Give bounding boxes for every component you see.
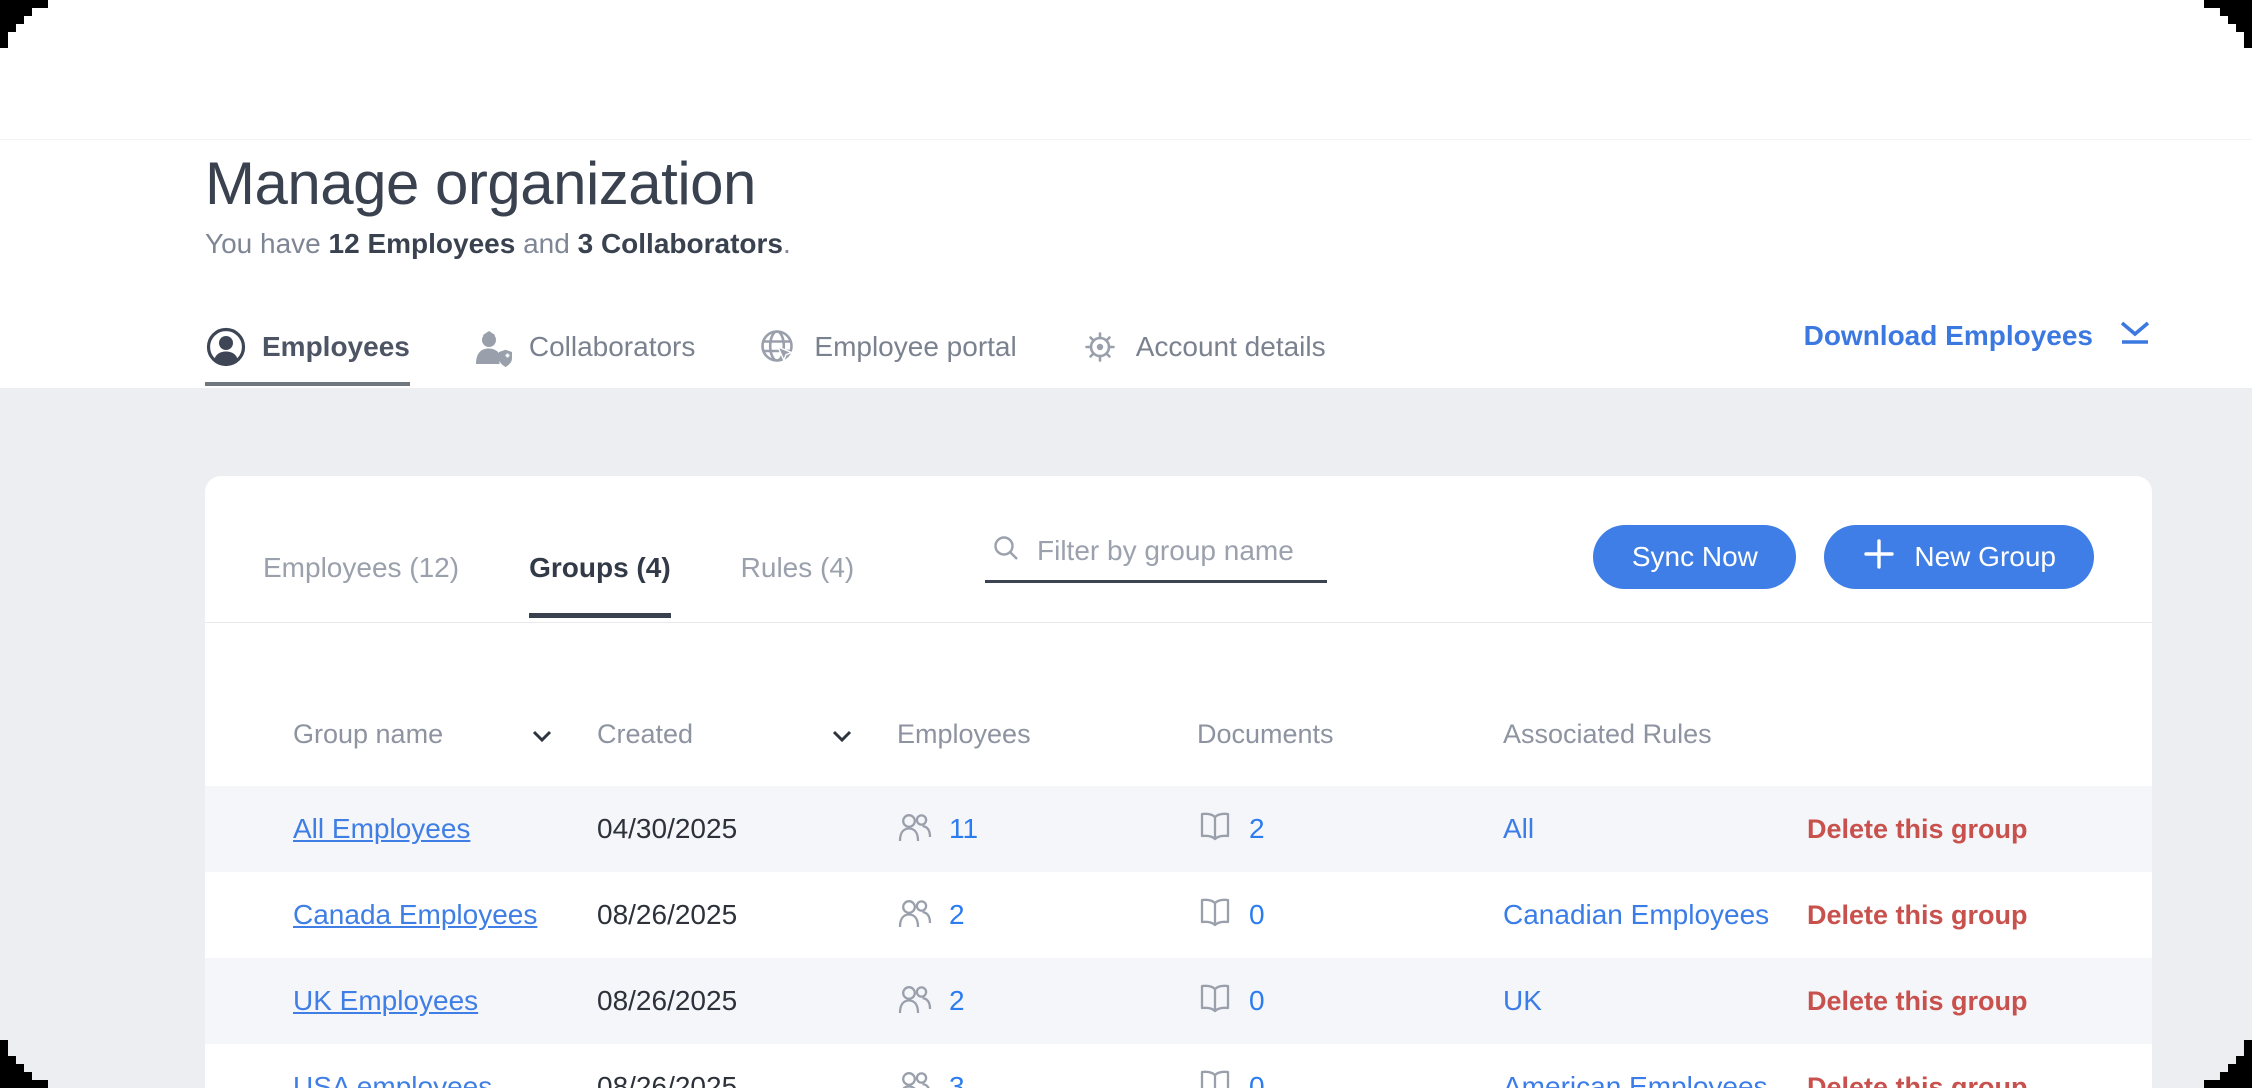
tab-employee-portal-label: Employee portal bbox=[814, 331, 1016, 363]
group-name-link[interactable]: UK Employees bbox=[293, 985, 597, 1017]
tab-employee-portal[interactable]: Employee portal bbox=[757, 308, 1016, 386]
employees-count-value[interactable]: 3 bbox=[949, 1071, 965, 1088]
tab-rules-4[interactable]: Rules (4) bbox=[741, 552, 855, 622]
collaborators-count: 3 Collaborators bbox=[578, 228, 783, 259]
new-group-label: New Group bbox=[1914, 541, 2056, 573]
tab-collaborators-label: Collaborators bbox=[529, 331, 696, 363]
associated-rule-link[interactable]: Canadian Employees bbox=[1503, 899, 1807, 931]
sync-now-label: Sync Now bbox=[1632, 541, 1758, 573]
table-row: All Employees 04/30/2025 11 2 All Delete… bbox=[205, 786, 2152, 872]
documents-header-label: Documents bbox=[1197, 719, 1334, 750]
page-title: Manage organization bbox=[205, 148, 756, 220]
book-icon bbox=[1197, 811, 1233, 848]
card-tab-bar: Employees (12) Groups (4) Rules (4) bbox=[263, 475, 854, 622]
tab-employees-12[interactable]: Employees (12) bbox=[263, 552, 459, 622]
search-icon bbox=[991, 533, 1021, 568]
delete-group-button[interactable]: Delete this group bbox=[1807, 1072, 2094, 1088]
employee-count-summary: You have 12 Employees and 3 Collaborator… bbox=[205, 226, 791, 262]
person-circle-icon bbox=[205, 326, 247, 368]
content-area: Employees (12) Groups (4) Rules (4) Sync… bbox=[0, 388, 2252, 1088]
employees-count-cell: 3 bbox=[897, 1069, 1197, 1088]
download-employees-button[interactable]: Download Employees bbox=[1804, 316, 2155, 355]
globe-cursor-icon bbox=[757, 326, 799, 368]
documents-count-cell: 0 bbox=[1197, 1069, 1503, 1088]
card-actions: Sync Now New Group bbox=[1593, 525, 2094, 589]
documents-count-value[interactable]: 2 bbox=[1249, 813, 1265, 845]
sort-chevron-icon[interactable] bbox=[531, 719, 553, 750]
card-header: Employees (12) Groups (4) Rules (4) Sync… bbox=[205, 476, 2152, 623]
delete-group-button[interactable]: Delete this group bbox=[1807, 986, 2094, 1017]
created-date: 08/26/2025 bbox=[597, 1071, 897, 1088]
table-row: USA employees 08/26/2025 3 0 American Em… bbox=[205, 1044, 2152, 1088]
associated-rule-link[interactable]: UK bbox=[1503, 985, 1807, 1017]
summary-and: and bbox=[515, 228, 577, 259]
download-employees-label: Download Employees bbox=[1804, 320, 2093, 352]
group-name-link[interactable]: All Employees bbox=[293, 813, 597, 845]
main-tab-bar: Employees Collaborators bbox=[205, 308, 1326, 386]
table-row: UK Employees 08/26/2025 2 0 UK Delete th… bbox=[205, 958, 2152, 1044]
tab-account-details[interactable]: Account details bbox=[1079, 308, 1326, 386]
delete-group-button[interactable]: Delete this group bbox=[1807, 900, 2094, 931]
groups-card: Employees (12) Groups (4) Rules (4) Sync… bbox=[205, 476, 2152, 1088]
group-filter-field[interactable] bbox=[985, 527, 1327, 583]
created-date: 08/26/2025 bbox=[597, 899, 897, 931]
column-header-group-name[interactable]: Group name bbox=[293, 719, 597, 750]
employees-count-cell: 2 bbox=[897, 897, 1197, 934]
summary-prefix: You have bbox=[205, 228, 329, 259]
documents-count-value[interactable]: 0 bbox=[1249, 899, 1265, 931]
gear-icon bbox=[1079, 326, 1121, 368]
table-row: Canada Employees 08/26/2025 2 0 Canadian… bbox=[205, 872, 2152, 958]
associated-rules-header-label: Associated Rules bbox=[1503, 719, 1712, 750]
created-date: 08/26/2025 bbox=[597, 985, 897, 1017]
column-header-employees: Employees bbox=[897, 719, 1197, 750]
tab-groups-4[interactable]: Groups (4) bbox=[529, 552, 671, 622]
people-icon bbox=[897, 983, 933, 1020]
people-icon bbox=[897, 1069, 933, 1088]
employees-count-value[interactable]: 11 bbox=[949, 813, 978, 845]
documents-count-cell: 0 bbox=[1197, 897, 1503, 934]
summary-suffix: . bbox=[783, 228, 791, 259]
book-icon bbox=[1197, 983, 1233, 1020]
person-shield-icon bbox=[472, 326, 514, 368]
top-navigation-bar bbox=[0, 0, 2252, 140]
column-header-created[interactable]: Created bbox=[597, 719, 897, 750]
documents-count-value[interactable]: 0 bbox=[1249, 1071, 1265, 1088]
download-chevron-icon bbox=[2115, 316, 2155, 355]
people-icon bbox=[897, 811, 933, 848]
book-icon bbox=[1197, 897, 1233, 934]
people-icon bbox=[897, 897, 933, 934]
documents-count-cell: 0 bbox=[1197, 983, 1503, 1020]
associated-rule-link[interactable]: All bbox=[1503, 813, 1807, 845]
group-name-link[interactable]: USA employees bbox=[293, 1071, 597, 1088]
created-header-label: Created bbox=[597, 719, 693, 750]
sync-now-button[interactable]: Sync Now bbox=[1593, 525, 1796, 589]
employees-count-value[interactable]: 2 bbox=[949, 985, 965, 1017]
new-group-button[interactable]: New Group bbox=[1824, 525, 2094, 589]
associated-rule-link[interactable]: American Employees bbox=[1503, 1071, 1807, 1088]
documents-count-cell: 2 bbox=[1197, 811, 1503, 848]
table-header-row: Group name Created Employees Documents A… bbox=[205, 623, 2152, 786]
delete-group-button[interactable]: Delete this group bbox=[1807, 814, 2094, 845]
tab-employees-label: Employees bbox=[262, 331, 410, 363]
column-header-documents: Documents bbox=[1197, 719, 1503, 750]
tab-account-details-label: Account details bbox=[1136, 331, 1326, 363]
sort-chevron-icon[interactable] bbox=[831, 719, 853, 750]
created-date: 04/30/2025 bbox=[597, 813, 897, 845]
group-name-link[interactable]: Canada Employees bbox=[293, 899, 597, 931]
column-header-associated-rules: Associated Rules bbox=[1503, 719, 1807, 750]
employees-header-label: Employees bbox=[897, 719, 1031, 750]
tab-employees[interactable]: Employees bbox=[205, 308, 410, 386]
group-name-header-label: Group name bbox=[293, 719, 443, 750]
documents-count-value[interactable]: 0 bbox=[1249, 985, 1265, 1017]
employees-count-value[interactable]: 2 bbox=[949, 899, 965, 931]
plus-icon bbox=[1862, 537, 1896, 578]
tab-collaborators[interactable]: Collaborators bbox=[472, 308, 696, 386]
employees-count: 12 Employees bbox=[329, 228, 516, 259]
employees-count-cell: 11 bbox=[897, 811, 1197, 848]
book-icon bbox=[1197, 1069, 1233, 1088]
employees-count-cell: 2 bbox=[897, 983, 1197, 1020]
group-filter-input[interactable] bbox=[1037, 535, 1325, 567]
manage-organization-screen: Manage organization You have 12 Employee… bbox=[0, 0, 2252, 1088]
